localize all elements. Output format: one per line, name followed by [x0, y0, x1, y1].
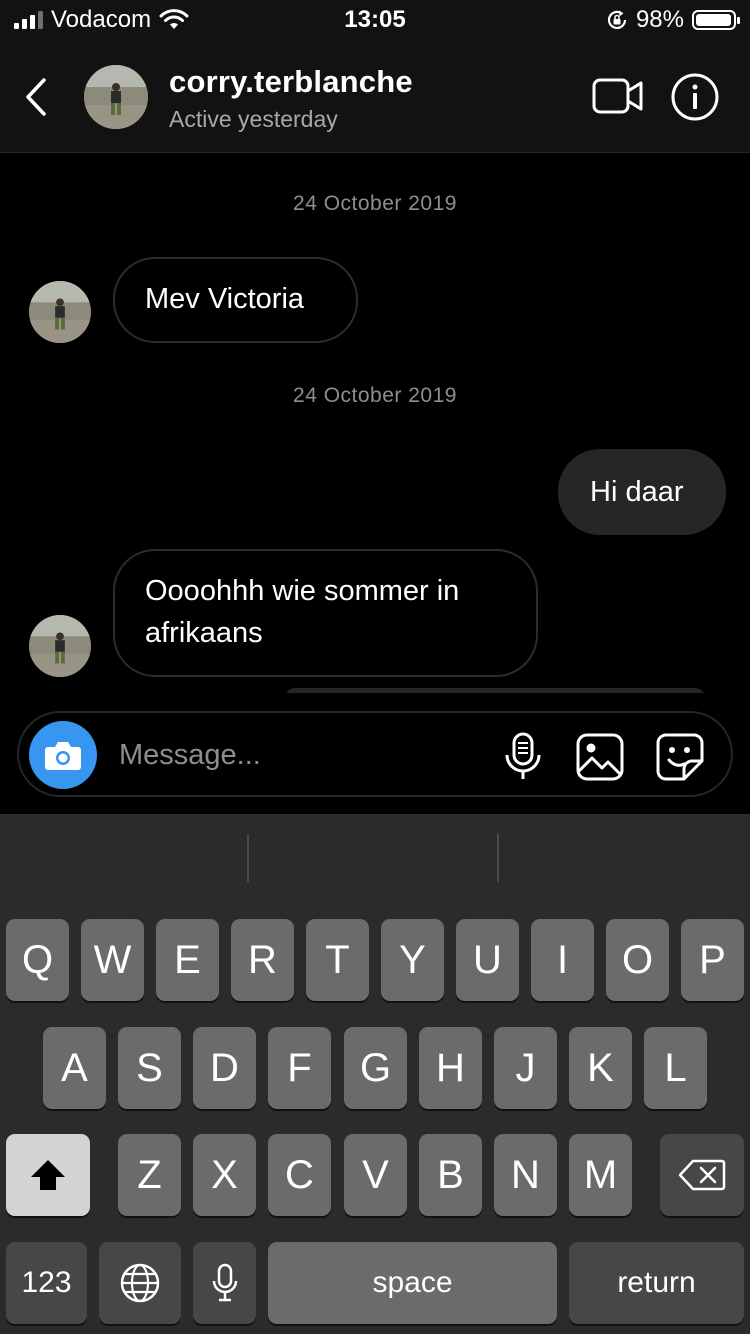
key[interactable]: T: [306, 919, 369, 1001]
shift-icon: [31, 1160, 65, 1190]
key[interactable]: U: [456, 919, 519, 1001]
key[interactable]: V: [344, 1134, 407, 1216]
message-input[interactable]: [119, 733, 479, 777]
key[interactable]: M: [569, 1134, 632, 1216]
chat-header: corry.terblanche Active yesterday: [0, 42, 750, 153]
camera-icon: [45, 742, 81, 770]
key[interactable]: D: [193, 1027, 256, 1109]
key[interactable]: O: [606, 919, 669, 1001]
key[interactable]: Y: [381, 919, 444, 1001]
gallery-icon[interactable]: [574, 731, 626, 783]
keyboard: Q W E R T Y U I O P A S D F G H J K L Z …: [0, 814, 750, 1334]
globe-icon: [120, 1263, 160, 1303]
suggestion-divider: [497, 834, 499, 882]
message-composer: [17, 711, 733, 797]
video-call-icon[interactable]: [590, 74, 646, 118]
key[interactable]: W: [81, 919, 144, 1001]
key[interactable]: L: [644, 1027, 707, 1109]
incoming-message[interactable]: Mev Victoria: [113, 257, 358, 343]
avatar[interactable]: [29, 615, 91, 677]
dictation-key[interactable]: [193, 1242, 256, 1324]
message-thread[interactable]: 24 October 2019 Mev Victoria 24 October …: [0, 153, 750, 693]
key[interactable]: I: [531, 919, 594, 1001]
shift-key[interactable]: [6, 1134, 90, 1216]
key[interactable]: K: [569, 1027, 632, 1109]
avatar[interactable]: [29, 281, 91, 343]
contact-username[interactable]: corry.terblanche: [169, 64, 413, 100]
info-icon[interactable]: [670, 72, 720, 122]
camera-button[interactable]: [29, 721, 97, 789]
back-chevron-icon[interactable]: [18, 74, 58, 120]
status-bar: Vodacom 13:05 98%: [0, 0, 750, 42]
key[interactable]: F: [268, 1027, 331, 1109]
date-separator: 24 October 2019: [293, 384, 457, 407]
key[interactable]: A: [43, 1027, 106, 1109]
sticker-icon[interactable]: [654, 731, 706, 783]
status-right: 98%: [606, 6, 740, 34]
key[interactable]: G: [344, 1027, 407, 1109]
key[interactable]: H: [419, 1027, 482, 1109]
globe-key[interactable]: [99, 1242, 181, 1324]
key[interactable]: Q: [6, 919, 69, 1001]
contact-status: Active yesterday: [169, 106, 338, 132]
incoming-message[interactable]: Oooohhh wie sommer in afrikaans: [113, 549, 538, 677]
microphone-icon: [212, 1263, 237, 1302]
key[interactable]: N: [494, 1134, 557, 1216]
key[interactable]: S: [118, 1027, 181, 1109]
space-key[interactable]: space: [268, 1242, 557, 1324]
key[interactable]: J: [494, 1027, 557, 1109]
message-line: Oooohhh wie sommer in: [145, 575, 460, 607]
key[interactable]: P: [681, 919, 744, 1001]
key[interactable]: Z: [118, 1134, 181, 1216]
key[interactable]: R: [231, 919, 294, 1001]
return-key[interactable]: return: [569, 1242, 744, 1324]
key[interactable]: E: [156, 919, 219, 1001]
key[interactable]: C: [268, 1134, 331, 1216]
outgoing-message[interactable]: Hi daar: [558, 449, 726, 535]
date-separator: 24 October 2019: [293, 192, 457, 215]
backspace-icon: [678, 1159, 726, 1191]
message-line: afrikaans: [145, 617, 263, 649]
avatar[interactable]: [84, 65, 148, 129]
numbers-key[interactable]: 123: [6, 1242, 87, 1324]
battery-percent: 98%: [635, 6, 684, 33]
key[interactable]: X: [193, 1134, 256, 1216]
delete-key[interactable]: [660, 1134, 744, 1216]
message-bubble-partial: [285, 688, 705, 693]
rotation-lock-icon: [607, 10, 627, 29]
key[interactable]: B: [419, 1134, 482, 1216]
suggestion-divider: [247, 834, 249, 882]
battery-icon: [692, 10, 740, 30]
microphone-icon[interactable]: [497, 731, 549, 783]
